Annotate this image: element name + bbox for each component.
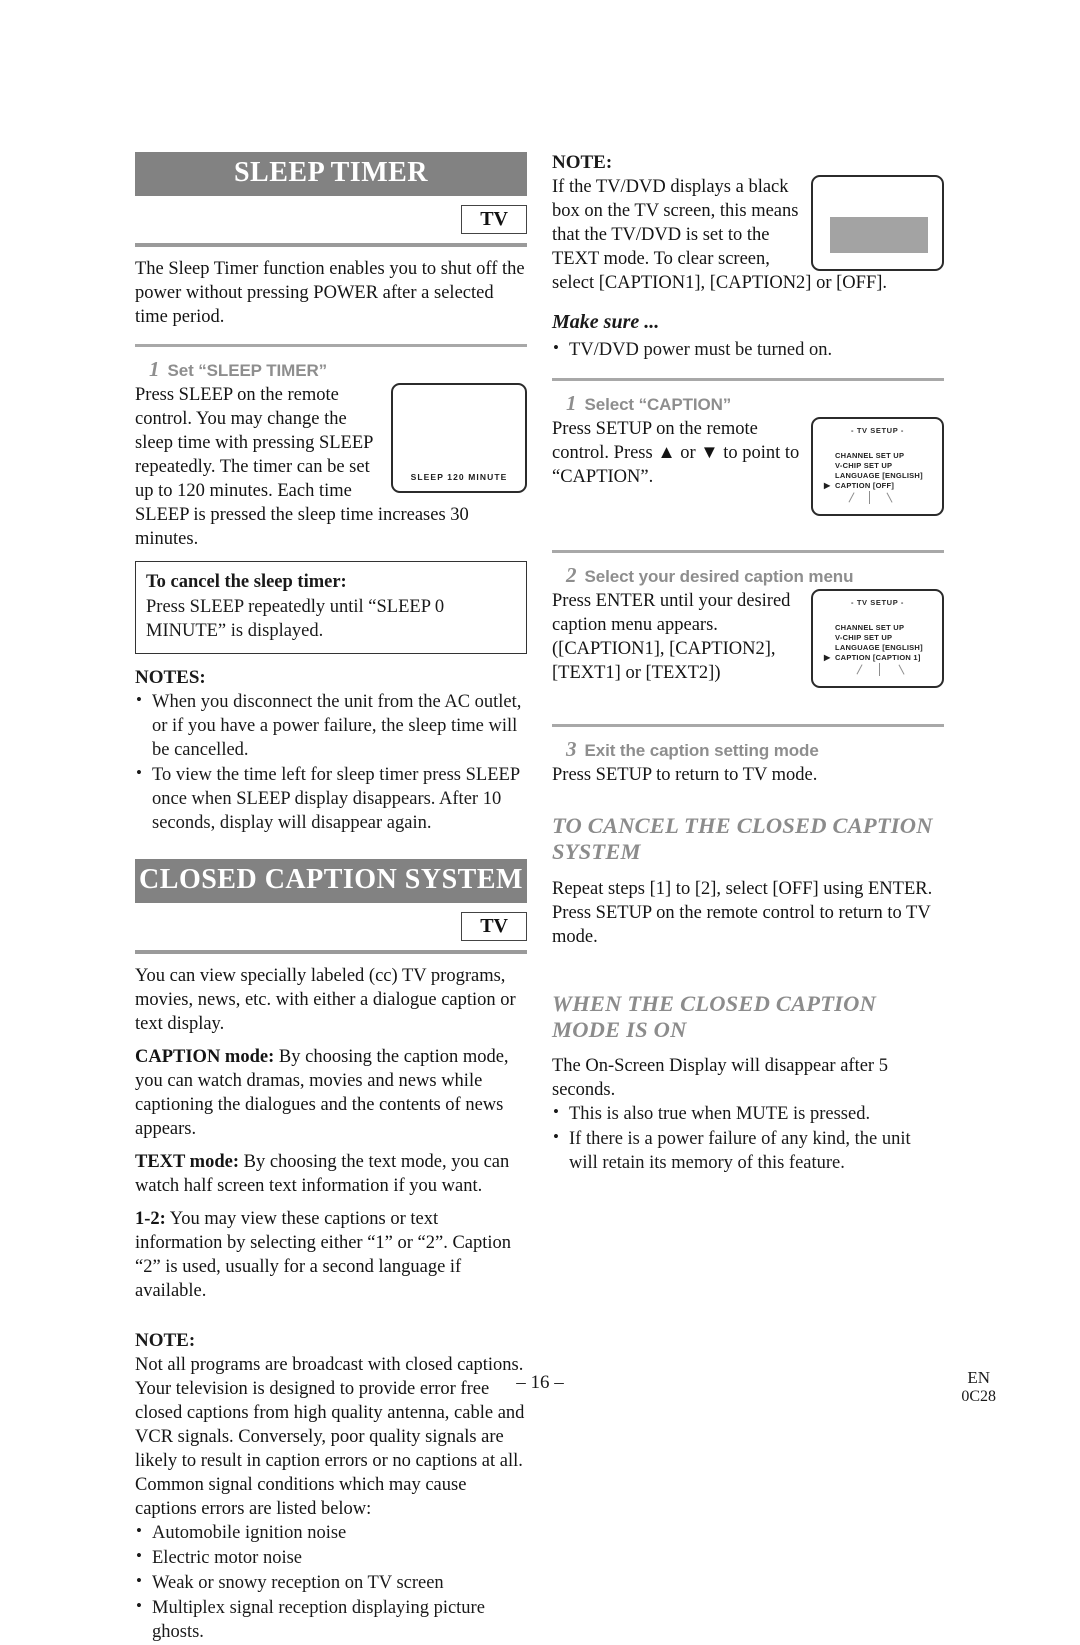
caption-error-causes-list: Automobile ignition noise Electric motor… <box>135 1520 527 1644</box>
cancel-sleep-timer-box: To cancel the sleep timer: Press SLEEP r… <box>135 561 527 654</box>
menu-item: CAPTION [CAPTION 1] <box>835 652 921 662</box>
tv-illustration-sleep: SLEEP 120 MINUTE <box>391 383 527 494</box>
step-heading-set-sleep-timer: 1 Set “SLEEP TIMER” <box>149 357 527 382</box>
menu-item: CAPTION [OFF] <box>835 480 895 490</box>
list-item: Automobile ignition noise <box>135 1520 527 1545</box>
blink-marks-icon <box>847 490 901 506</box>
menu-item-list: CHANNEL SET UP V-CHIP SET UP LANGUAGE [E… <box>824 451 942 504</box>
cursor-arrow-icon: ▶ <box>824 480 831 490</box>
caption-mode-label: CAPTION mode: <box>135 1047 275 1068</box>
list-item: To view the time left for sleep timer pr… <box>135 762 527 835</box>
right-column: NOTE: If the TV/DVD displays a black box… <box>552 152 944 1645</box>
step-number: 1 <box>566 391 577 416</box>
list-item: If there is a power failure of any kind,… <box>552 1126 944 1175</box>
list-item: TV/DVD power must be turned on. <box>552 337 944 362</box>
list-item: This is also true when MUTE is pressed. <box>552 1101 944 1126</box>
tv-illustration-blackbox <box>811 175 944 271</box>
list-item: When you disconnect the unit from the AC… <box>135 689 527 762</box>
divider-rule <box>135 243 527 247</box>
closed-caption-intro: You can view specially labeled (cc) TV p… <box>135 965 516 1034</box>
step-number: 1 <box>149 357 160 382</box>
caption-mode-paragraph: CAPTION mode: By choosing the caption mo… <box>135 1045 527 1141</box>
tv-badge: TV <box>461 205 527 234</box>
cursor-arrow-icon: ▶ <box>824 652 831 662</box>
step-label: Select your desired caption menu <box>584 567 854 587</box>
text-mode-paragraph: TEXT mode: By choosing the text mode, yo… <box>135 1150 527 1198</box>
menu-item: CHANNEL SET UP <box>835 451 905 461</box>
menu-item: LANGUAGE [ENGLISH] <box>835 470 923 480</box>
note-heading: NOTE: <box>135 1329 196 1351</box>
divider-rule <box>552 550 944 554</box>
when-on-list: This is also true when MUTE is pressed. … <box>552 1101 944 1175</box>
make-sure-heading: Make sure ... <box>552 311 660 334</box>
notes-heading: NOTES: <box>135 666 206 688</box>
subheading-to-cancel-closed-caption: TO CANCEL THE CLOSED CAPTION SYSTEM <box>552 813 933 865</box>
step-heading-select-caption: 1 Select “CAPTION” <box>566 391 944 416</box>
menu-item: CHANNEL SET UP <box>835 623 905 633</box>
divider-rule <box>552 724 944 728</box>
sleep-timer-notes-list: When you disconnect the unit from the AC… <box>135 689 527 835</box>
section-banner-closed-caption: CLOSED CAPTION SYSTEM <box>135 858 527 903</box>
blink-marks-icon <box>855 662 913 678</box>
menu-item: V-CHIP SET UP <box>835 633 893 643</box>
step-heading-exit-caption-mode: 3 Exit the caption setting mode <box>566 737 944 762</box>
cancel-box-body: Press SLEEP repeatedly until “SLEEP 0 MI… <box>146 596 445 641</box>
step-number: 3 <box>566 737 577 762</box>
when-on-body: The On-Screen Display will disappear aft… <box>552 1055 888 1100</box>
menu-item-list: CHANNEL SET UP V-CHIP SET UP LANGUAGE [E… <box>824 623 942 676</box>
tv-setup-menu-illustration-2: - TV SETUP - CHANNEL SET UP V-CHIP SET U… <box>811 589 944 689</box>
divider-rule <box>135 344 527 348</box>
tv-badge-row-closed-caption: TV <box>135 911 527 941</box>
doc-code: 0C28 <box>961 1388 996 1406</box>
step-label: Exit the caption setting mode <box>584 741 819 761</box>
tv-badge: TV <box>461 911 527 941</box>
divider-rule <box>552 378 944 382</box>
step-label: Set “SLEEP TIMER” <box>167 361 328 381</box>
left-column: SLEEP TIMER TV The Sleep Timer function … <box>135 152 527 1645</box>
subheading-when-caption-mode-on: WHEN THE CLOSED CAPTION MODE IS ON <box>552 990 877 1042</box>
divider-rule <box>135 949 527 954</box>
step-heading-select-caption-menu: 2 Select your desired caption menu <box>566 563 944 588</box>
make-sure-list: TV/DVD power must be turned on. <box>552 337 944 362</box>
step-label: Select “CAPTION” <box>584 395 732 415</box>
list-item: Weak or snowy reception on TV screen <box>135 1570 527 1595</box>
menu-item: LANGUAGE [ENGLISH] <box>835 642 923 652</box>
document-code-block: EN 0C28 <box>961 1368 996 1407</box>
one-two-label: 1-2: <box>135 1209 166 1230</box>
section-banner-sleep-timer: SLEEP TIMER <box>135 152 527 196</box>
one-two-paragraph: 1-2: You may view these captions or text… <box>135 1207 527 1303</box>
menu-item-row-caption: ▶ CAPTION [CAPTION 1] <box>824 652 942 676</box>
menu-title: - TV SETUP - <box>851 426 904 436</box>
list-item: Electric motor noise <box>135 1545 527 1570</box>
one-two-body: You may view these captions or text info… <box>135 1209 512 1302</box>
text-mode-label: TEXT mode: <box>135 1152 239 1173</box>
menu-title: - TV SETUP - <box>851 598 904 608</box>
sleep-timer-intro: The Sleep Timer function enables you to … <box>135 259 525 328</box>
step-number: 2 <box>566 563 577 588</box>
list-item: Multiplex signal reception displaying pi… <box>135 1595 527 1644</box>
cancel-box-title: To cancel the sleep timer: <box>146 572 347 593</box>
menu-item: V-CHIP SET UP <box>835 461 893 471</box>
two-column-layout: SLEEP TIMER TV The Sleep Timer function … <box>135 152 955 1645</box>
cancel-section-body: Repeat steps [1] to [2], select [OFF] us… <box>552 878 933 947</box>
black-box-indicator <box>829 216 928 254</box>
page-number: – 16 – <box>516 1372 564 1393</box>
tv-osd-text: SLEEP 120 MINUTE <box>410 472 508 483</box>
tv-setup-menu-illustration-1: - TV SETUP - CHANNEL SET UP V-CHIP SET U… <box>811 417 944 517</box>
note-heading: NOTE: <box>552 152 613 173</box>
menu-item-row-caption: ▶ CAPTION [OFF] <box>824 480 942 504</box>
manual-page: SLEEP TIMER TV The Sleep Timer function … <box>0 0 1080 1642</box>
tv-badge-row-sleep-timer: TV <box>135 205 527 234</box>
language-code: EN <box>967 1368 990 1387</box>
step3-body: Press SETUP to return to TV mode. <box>552 765 818 786</box>
